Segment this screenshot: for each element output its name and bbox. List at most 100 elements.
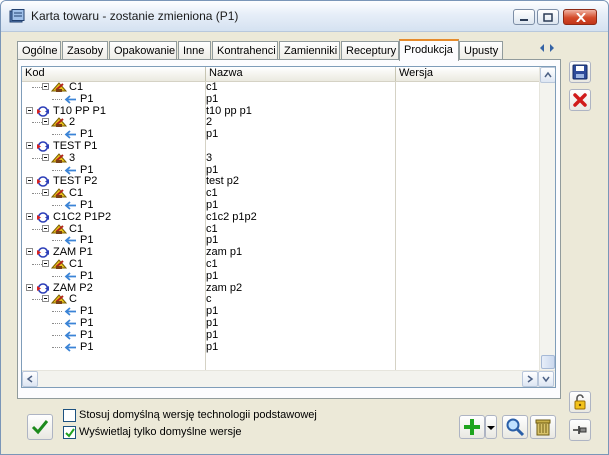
technology-icon [35, 105, 51, 117]
tab-opakowanie[interactable]: Opakowanie [109, 41, 177, 60]
tree-connector [32, 122, 42, 124]
horizontal-scrollbar[interactable] [22, 370, 555, 387]
tree-row[interactable]: C1 c1 [22, 188, 539, 199]
tree-row[interactable]: ZAM P1 zam p1 [22, 247, 539, 258]
tree-row[interactable]: P1 p1 [22, 129, 539, 140]
delete-button[interactable] [530, 415, 556, 439]
cell-nazwa: c1c2 p1p2 [206, 210, 257, 223]
minimize-button[interactable] [513, 9, 535, 25]
tree-row[interactable]: P1 p1 [22, 92, 539, 105]
add-button[interactable] [459, 415, 485, 439]
tree-row[interactable]: 33 [22, 152, 539, 164]
tab-zamienniki[interactable]: Zamienniki [279, 41, 340, 60]
tree-row[interactable]: P1 p1 [22, 306, 539, 317]
tree-row[interactable]: TEST P1 [22, 141, 539, 152]
confirm-button[interactable] [27, 414, 53, 440]
tree-row[interactable]: Cc [22, 294, 539, 305]
version-icon [50, 117, 68, 128]
cell-kod: C1C2 P1P2 [22, 211, 204, 223]
cell-wersja [396, 117, 536, 128]
collapse-toggle[interactable] [26, 177, 33, 185]
save-button[interactable] [569, 61, 591, 83]
tab-strip: Ogólne Zasoby Opakowanie Inne Kontrahenc… [17, 39, 537, 61]
column-header-kod[interactable]: Kod [22, 67, 206, 81]
collapse-toggle[interactable] [26, 248, 33, 256]
tab-kontrahenci[interactable]: Kontrahenci [212, 41, 278, 60]
tree-row[interactable]: P1 p1 [22, 318, 539, 329]
collapse-toggle[interactable] [26, 283, 33, 291]
cancel-button[interactable] [569, 89, 591, 111]
collapse-toggle[interactable] [42, 224, 49, 232]
tree-row[interactable]: ZAM P2 zam p2 [22, 281, 539, 294]
tab-upusty[interactable]: Upusty [459, 41, 503, 60]
collapse-toggle[interactable] [42, 153, 49, 161]
cell-kod: ZAM P2 [22, 281, 204, 294]
collapse-toggle[interactable] [42, 83, 49, 90]
show-default-only-checkbox[interactable] [63, 426, 76, 439]
scroll-right-button[interactable] [522, 371, 538, 387]
row-kod-label: P1 [80, 317, 94, 329]
technology-tree[interactable]: Kod Nazwa Wersja C1 c1 P1 p1 T10 PP P1 t10 pp… [21, 66, 556, 388]
row-kod-label: P1 [80, 92, 94, 105]
pin-button[interactable] [569, 419, 591, 441]
collapse-toggle[interactable] [26, 106, 33, 114]
tree-row[interactable]: P1 p1 [22, 235, 539, 246]
search-button[interactable] [502, 415, 528, 439]
maximize-button[interactable] [537, 9, 559, 25]
collapse-toggle[interactable] [26, 142, 33, 149]
version-icon [50, 188, 68, 199]
cell-kod: C1 [22, 223, 204, 235]
scroll-left-button[interactable] [22, 371, 38, 387]
tree-row[interactable]: C1 c1 [22, 223, 539, 235]
tree-row[interactable]: P1 p1 [22, 200, 539, 211]
collapse-toggle[interactable] [42, 118, 49, 126]
tree-row[interactable]: T10 PP P1 t10 pp p1 [22, 105, 539, 117]
maximize-icon [543, 13, 553, 22]
row-kod-label: C1 [69, 81, 84, 93]
collapse-toggle[interactable] [42, 295, 49, 303]
tree-connector [52, 134, 62, 136]
tab-inne[interactable]: Inne [178, 41, 211, 60]
tab-scroll-arrows[interactable] [537, 41, 557, 55]
vertical-scrollbar[interactable] [539, 67, 555, 370]
tab-ogolne[interactable]: Ogólne [17, 41, 61, 60]
tree-row[interactable]: P1 p1 [22, 270, 539, 282]
cell-wersja [396, 188, 536, 199]
tree-row[interactable]: P1 p1 [22, 341, 539, 353]
technology-icon [35, 141, 51, 152]
row-kod-label: ZAM P2 [53, 281, 93, 294]
tab-zasoby[interactable]: Zasoby [62, 41, 108, 60]
tree-row[interactable]: 22 [22, 117, 539, 128]
technology-icon [35, 282, 51, 294]
tree-row[interactable]: P1 p1 [22, 164, 539, 176]
tree-row[interactable]: P1 p1 [22, 329, 539, 341]
cell-kod: C1 [22, 82, 204, 93]
cell-wersja [396, 94, 536, 105]
close-red-icon [573, 93, 587, 107]
cell-kod: 3 [22, 152, 204, 164]
column-header-wersja[interactable]: Wersja [396, 67, 539, 81]
unlock-button[interactable] [569, 391, 591, 413]
chevron-right-icon [527, 375, 534, 383]
collapse-toggle[interactable] [42, 260, 49, 267]
cell-kod: T10 PP P1 [22, 105, 204, 117]
default-tech-version-checkbox[interactable] [63, 409, 76, 422]
tree-row[interactable]: C1 c1 [22, 82, 539, 93]
collapse-toggle[interactable] [26, 212, 33, 220]
tree-row[interactable]: C1 c1 [22, 259, 539, 270]
cell-kod: P1 [22, 129, 204, 140]
scroll-up-button[interactable] [540, 67, 555, 83]
collapse-toggle[interactable] [42, 189, 49, 197]
tab-receptury[interactable]: Receptury [341, 41, 399, 60]
column-header-nazwa[interactable]: Nazwa [206, 67, 396, 81]
tree-row[interactable]: C1C2 P1P2 c1c2 p1p2 [22, 210, 539, 223]
scroll-thumb[interactable] [541, 355, 555, 369]
row-kod-label: TEST P1 [53, 140, 98, 152]
add-dropdown-button[interactable] [485, 415, 497, 439]
cell-kod: P1 [22, 164, 204, 176]
close-window-button[interactable] [563, 9, 597, 25]
row-kod-label: C1 [69, 187, 84, 200]
scroll-down-button[interactable] [538, 371, 554, 387]
tree-row[interactable]: TEST P2 test p2 [22, 176, 539, 188]
tab-produkcja[interactable]: Produkcja [399, 39, 459, 61]
